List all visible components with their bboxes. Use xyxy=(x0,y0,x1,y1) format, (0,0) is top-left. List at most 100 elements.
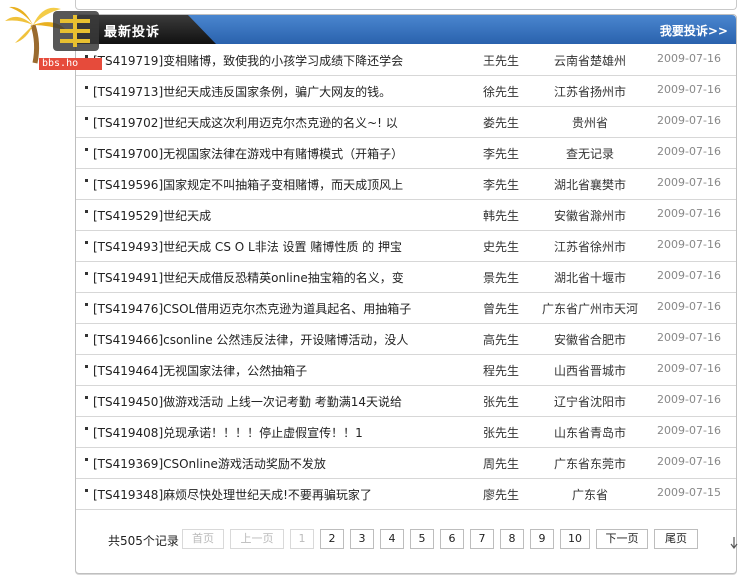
complaint-row: [TS419596]国家规定不叫抽箱子变相赌博，而天成顶风上 李先生 湖北省襄樊市 2… xyxy=(76,169,736,200)
complainant-name: 徐先生 xyxy=(482,85,519,99)
page-number-button[interactable]: 10 xyxy=(560,529,590,549)
complainant-location: 安徽省合肥市 xyxy=(553,333,626,347)
complaint-title-link[interactable]: [TS419491]世纪天成借反恐精英online抽宝箱的名义，变 xyxy=(93,269,473,286)
complaint-row: [TS419450]做游戏活动 上线一次记考勤 考勤满14天说给 张先生 辽宁省沈阳… xyxy=(76,386,736,417)
last-page-button[interactable]: 尾页 xyxy=(654,529,698,549)
complaint-date: 2009-07-16 xyxy=(657,362,721,375)
bullet-icon xyxy=(85,148,88,151)
complainant-name: 韩先生 xyxy=(482,209,519,223)
complaint-row: [TS419493]世纪天成 CS O L非法 设置 赌博性质 的 押宝 史先生 江… xyxy=(76,231,736,262)
complaints-panel: 最新投诉 我要投诉>> [TS419719]变相赌博，致使我的小孩学习成绩下降还… xyxy=(75,14,737,574)
submit-complaint-link[interactable]: 我要投诉>> xyxy=(660,22,728,39)
complaint-date: 2009-07-16 xyxy=(657,207,721,220)
complaint-list: [TS419719]变相赌博，致使我的小孩学习成绩下降还学会 王先生 云南省楚雄州 2… xyxy=(76,45,736,510)
complainant-location: 江苏省扬州市 xyxy=(553,85,626,99)
site-logo: bbs.ho xyxy=(5,3,102,70)
complainant-location: 贵州省 xyxy=(571,116,608,130)
complaint-title-link[interactable]: [TS419348]麻烦尽快处理世纪天成!不要再骗玩家了 xyxy=(93,486,473,503)
resize-corner-icon xyxy=(730,537,738,549)
complaint-title-link[interactable]: [TS419719]变相赌博，致使我的小孩学习成绩下降还学会 xyxy=(93,52,473,69)
complainant-location: 查无记录 xyxy=(565,147,614,161)
page-number-button[interactable]: 9 xyxy=(530,529,554,549)
complaint-date: 2009-07-16 xyxy=(657,455,721,468)
complaint-title-link[interactable]: [TS419529]世纪天成 xyxy=(93,207,473,224)
complaint-title-link[interactable]: [TS419464]无视国家法律，公然抽箱子 xyxy=(93,362,473,379)
logo-url-text: bbs.ho xyxy=(39,58,102,70)
complaint-date: 2009-07-16 xyxy=(657,238,721,251)
first-page-button[interactable]: 首页 xyxy=(182,529,224,549)
complaint-title-link[interactable]: [TS419493]世纪天成 CS O L非法 设置 赌博性质 的 押宝 xyxy=(93,238,473,255)
page-number-button[interactable]: 6 xyxy=(440,529,464,549)
complainant-name: 张先生 xyxy=(482,395,519,409)
complaint-date: 2009-07-16 xyxy=(657,52,721,65)
complaint-date: 2009-07-16 xyxy=(657,176,721,189)
complainant-name: 高先生 xyxy=(482,333,519,347)
panel-header: 最新投诉 我要投诉>> xyxy=(76,15,736,44)
complainant-location: 广东省 xyxy=(571,488,608,502)
complainant-name: 廖先生 xyxy=(482,488,519,502)
complaint-title-link[interactable]: [TS419596]国家规定不叫抽箱子变相赌博，而天成顶风上 xyxy=(93,176,473,193)
complainant-name: 景先生 xyxy=(482,271,519,285)
complaint-title-link[interactable]: [TS419476]CSOL借用迈克尔杰克逊为道具起名、用抽箱子 xyxy=(93,300,473,317)
complaint-row: [TS419464]无视国家法律，公然抽箱子 程先生 山西省晋城市 2009-07-1… xyxy=(76,355,736,386)
bullet-icon xyxy=(85,365,88,368)
complaint-title-link[interactable]: [TS419466]csonline 公然违反法律，开设赌博活动，没人 xyxy=(93,331,473,348)
complaint-title-link[interactable]: [TS419369]CSOnline游戏活动奖励不发放 xyxy=(93,455,473,472)
bullet-icon xyxy=(85,427,88,430)
record-count: 共505个记录 xyxy=(108,534,179,548)
bullet-icon xyxy=(85,396,88,399)
complainant-location: 广东省东莞市 xyxy=(553,457,626,471)
complaint-title-link[interactable]: [TS419408]兑现承诺！！！！停止虚假宣传！！1 xyxy=(93,424,473,441)
complainant-name: 张先生 xyxy=(482,426,519,440)
pagination: 共505个记录 首页 上一页 1 2 3 4 5 6 7 8 9 10 下一页 尾页 xyxy=(76,527,736,551)
next-page-button[interactable]: 下一页 xyxy=(596,529,648,549)
bullet-icon xyxy=(85,334,88,337)
complainant-location: 江苏省徐州市 xyxy=(553,240,626,254)
page-number-button[interactable]: 4 xyxy=(380,529,404,549)
complainant-name: 曾先生 xyxy=(482,302,519,316)
complaint-date: 2009-07-16 xyxy=(657,269,721,282)
complainant-location: 山东省青岛市 xyxy=(553,426,626,440)
page-number-button[interactable]: 5 xyxy=(410,529,434,549)
complainant-name: 李先生 xyxy=(482,147,519,161)
complaint-date: 2009-07-16 xyxy=(657,331,721,344)
complaint-date: 2009-07-16 xyxy=(657,83,721,96)
complaint-title-link[interactable]: [TS419700]无视国家法律在游戏中有赌博模式（开箱子） xyxy=(93,145,473,162)
complaint-row: [TS419476]CSOL借用迈克尔杰克逊为道具起名、用抽箱子 曾先生 广东省广州… xyxy=(76,293,736,324)
complaint-title-link[interactable]: [TS419450]做游戏活动 上线一次记考勤 考勤满14天说给 xyxy=(93,393,473,410)
bullet-icon xyxy=(85,179,88,182)
complainant-name: 王先生 xyxy=(482,54,519,68)
bullet-icon xyxy=(85,86,88,89)
page-number-button[interactable]: 2 xyxy=(320,529,344,549)
complaint-date: 2009-07-15 xyxy=(657,486,721,499)
top-strip xyxy=(75,0,737,10)
bullet-icon xyxy=(85,489,88,492)
complainant-location: 辽宁省沈阳市 xyxy=(553,395,626,409)
complaint-row: [TS419491]世纪天成借反恐精英online抽宝箱的名义，变 景先生 湖北省十… xyxy=(76,262,736,293)
panel-title: 最新投诉 xyxy=(104,25,161,40)
complaint-date: 2009-07-16 xyxy=(657,145,721,158)
bullet-icon xyxy=(85,241,88,244)
complaint-row: [TS419702]世纪天成这次利用迈克尔杰克逊的名义~! 以娄先生 贵州省 200… xyxy=(76,107,736,138)
complainant-location: 湖北省十堰市 xyxy=(553,271,626,285)
complainant-location: 山西省晋城市 xyxy=(553,364,626,378)
bullet-icon xyxy=(85,458,88,461)
complaint-title-link[interactable]: [TS419702]世纪天成这次利用迈克尔杰克逊的名义~! 以 xyxy=(93,114,473,131)
page-number-button[interactable]: 3 xyxy=(350,529,374,549)
complaint-row: [TS419369]CSOnline游戏活动奖励不发放 周先生 广东省东莞市 2009… xyxy=(76,448,736,479)
complainant-name: 娄先生 xyxy=(482,116,519,130)
page-number-button[interactable]: 7 xyxy=(470,529,494,549)
page-number-button[interactable]: 8 xyxy=(500,529,524,549)
complainant-name: 周先生 xyxy=(482,457,519,471)
complaint-date: 2009-07-16 xyxy=(657,114,721,127)
prev-page-button[interactable]: 上一页 xyxy=(230,529,284,549)
complaint-date: 2009-07-16 xyxy=(657,393,721,406)
bullet-icon xyxy=(85,117,88,120)
bullet-icon xyxy=(85,303,88,306)
complaint-row: [TS419713]世纪天成违反国家条例，骗广大网友的钱。 徐先生 江苏省扬州市 20… xyxy=(76,76,736,107)
bullet-icon xyxy=(85,272,88,275)
complaint-title-link[interactable]: [TS419713]世纪天成违反国家条例，骗广大网友的钱。 xyxy=(93,83,473,100)
page-number-button[interactable]: 1 xyxy=(290,529,314,549)
complaint-row: [TS419408]兑现承诺！！！！停止虚假宣传！！1 张先生 山东省青岛市 2009… xyxy=(76,417,736,448)
complainant-location: 湖北省襄樊市 xyxy=(553,178,626,192)
